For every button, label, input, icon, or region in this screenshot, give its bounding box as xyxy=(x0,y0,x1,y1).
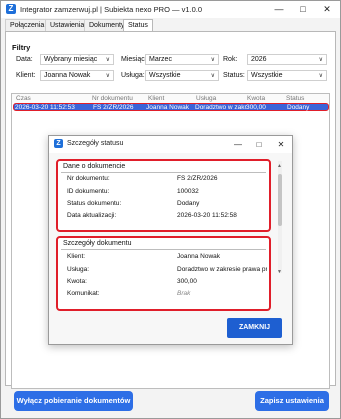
window-title: Integrator zamzerwuj.pl | Subiekta nexo … xyxy=(20,5,203,14)
klient-detail-value: Joanna Nowak xyxy=(177,253,220,260)
col-usluga[interactable]: Usługa xyxy=(196,95,216,102)
usluga-detail-value: Doradztwo w zakresie prawa pra xyxy=(177,266,267,273)
section-title: Szczegóły dokumentu xyxy=(63,240,132,247)
minimize-icon[interactable]: — xyxy=(227,136,249,153)
section-divider xyxy=(61,249,266,250)
close-dialog-button[interactable]: ZAMKNIJ xyxy=(227,318,282,338)
tab-status[interactable]: Status xyxy=(123,19,153,31)
komunikat-detail-value: Brak xyxy=(177,290,191,297)
close-icon[interactable]: ✕ xyxy=(315,1,339,18)
cell-status: Dodany xyxy=(287,104,310,111)
dialog-scrollbar-thumb[interactable] xyxy=(278,174,282,226)
klient-select[interactable]: Joanna Nowak ∨ xyxy=(40,70,114,81)
rok-select[interactable]: 2026 ∨ xyxy=(247,54,327,65)
chevron-down-icon: ∨ xyxy=(210,57,215,63)
kwota-detail-label: Kwota: xyxy=(67,278,87,285)
data-label: Data: xyxy=(16,56,33,63)
miesiac-select-value: Marzec xyxy=(149,56,172,63)
nr-dokumentu-value: FS 2/ZR/2026 xyxy=(177,175,218,182)
col-klient[interactable]: Klient xyxy=(148,95,164,102)
status-select-value: Wszystkie xyxy=(251,72,283,79)
tab-polaczenia[interactable]: Połączenia xyxy=(5,19,50,31)
section-divider xyxy=(61,172,266,173)
table-header: Czas Nr dokumentu Klient Usługa Kwota St… xyxy=(12,94,329,103)
chevron-down-icon: ∨ xyxy=(318,73,323,79)
col-status[interactable]: Status xyxy=(286,95,304,102)
status-select[interactable]: Wszystkie ∨ xyxy=(247,70,327,81)
nr-dokumentu-label: Nr dokumentu: xyxy=(67,175,110,182)
kwota-detail-value: 300,00 xyxy=(177,278,197,285)
document-data-section: Dane o dokumencie xyxy=(56,159,271,232)
col-nr-dokumentu[interactable]: Nr dokumentu xyxy=(92,95,133,102)
dialog-title-bar: Z Szczegóły statusu — □ ✕ xyxy=(49,136,292,153)
chevron-down-icon: ∨ xyxy=(105,57,110,63)
tab-ustawienia[interactable]: Ustawienia xyxy=(45,19,90,31)
status-dokumentu-value: Dodany xyxy=(177,200,200,207)
col-kwota[interactable]: Kwota xyxy=(247,95,265,102)
save-settings-button[interactable]: Zapisz ustawienia xyxy=(255,391,329,411)
data-aktualizacji-label: Data aktualizacji: xyxy=(67,212,117,219)
close-icon[interactable]: ✕ xyxy=(270,136,292,153)
minimize-icon[interactable]: — xyxy=(267,1,291,18)
usluga-detail-label: Usługa: xyxy=(67,266,90,273)
maximize-icon[interactable]: □ xyxy=(291,1,315,18)
rok-label: Rok: xyxy=(223,56,238,63)
usluga-select-value: Wszystkie xyxy=(149,72,181,79)
usluga-label: Usługa: xyxy=(121,72,145,79)
section-title: Dane o dokumencie xyxy=(63,163,126,170)
main-window: Z Integrator zamzerwuj.pl | Subiekta nex… xyxy=(0,0,341,419)
id-dokumentu-value: 100032 xyxy=(177,188,199,195)
dialog-title: Szczegóły statusu xyxy=(67,140,124,147)
table-row[interactable]: 2026-03-20 11:52:53 FS 2/ZR/2026 Joanna … xyxy=(13,103,329,111)
data-select-value: Wybrany miesiąc xyxy=(44,56,98,63)
miesiac-label: Miesiąc: xyxy=(121,56,147,63)
filters-title: Filtry xyxy=(12,43,31,52)
scroll-up-icon[interactable]: ▲ xyxy=(277,163,282,169)
app-logo-icon: Z xyxy=(6,4,16,14)
usluga-select[interactable]: Wszystkie ∨ xyxy=(145,70,219,81)
cell-czas: 2026-03-20 11:52:53 xyxy=(15,104,75,111)
col-czas[interactable]: Czas xyxy=(16,95,31,102)
document-details-section: Szczegóły dokumentu xyxy=(56,236,271,311)
disable-fetch-button[interactable]: Wyłącz pobieranie dokumentów xyxy=(14,391,133,411)
status-dokumentu-label: Status dokumentu: xyxy=(67,200,122,207)
scroll-down-icon[interactable]: ▼ xyxy=(277,269,282,275)
klient-detail-label: Klient: xyxy=(67,253,86,260)
data-select[interactable]: Wybrany miesiąc ∨ xyxy=(40,54,114,65)
cell-usluga: Doradztwo w zakr xyxy=(195,104,247,111)
komunikat-detail-label: Komunikat: xyxy=(67,290,100,297)
status-label: Status: xyxy=(223,72,245,79)
maximize-icon[interactable]: □ xyxy=(248,136,270,153)
data-aktualizacji-value: 2026-03-20 11:52:58 xyxy=(177,212,237,219)
klient-select-value: Joanna Nowak xyxy=(44,72,91,79)
chevron-down-icon: ∨ xyxy=(105,73,110,79)
miesiac-select[interactable]: Marzec ∨ xyxy=(145,54,219,65)
cell-klient: Joanna Nowak xyxy=(146,104,189,111)
app-logo-icon: Z xyxy=(54,139,63,148)
cell-nr-dokumentu: FS 2/ZR/2026 xyxy=(93,104,134,111)
rok-select-value: 2026 xyxy=(251,56,267,63)
klient-label: Klient: xyxy=(16,72,36,79)
chevron-down-icon: ∨ xyxy=(318,57,323,63)
id-dokumentu-label: ID dokumentu: xyxy=(67,188,110,195)
title-bar: Z Integrator zamzerwuj.pl | Subiekta nex… xyxy=(1,1,340,18)
cell-kwota: 300,00 xyxy=(246,104,266,111)
chevron-down-icon: ∨ xyxy=(210,73,215,79)
